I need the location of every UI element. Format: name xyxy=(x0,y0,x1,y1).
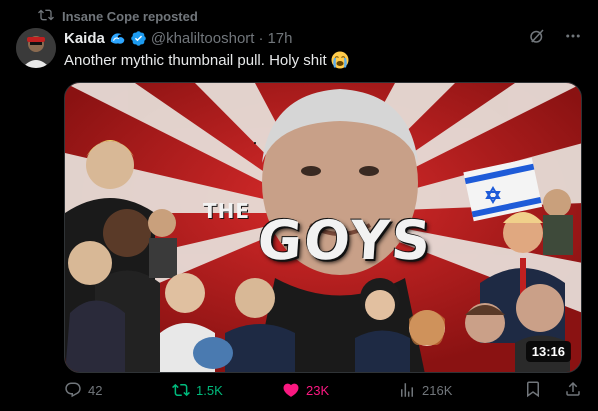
post-text: Another mythic thumbnail pull. Holy shit xyxy=(64,51,349,69)
repost-indicator[interactable]: Insane Cope reposted xyxy=(38,6,198,26)
like-count: 23K xyxy=(306,382,330,398)
views-button[interactable]: 216K xyxy=(398,381,508,399)
grok-icon[interactable] xyxy=(528,27,546,49)
crying-face-icon xyxy=(331,51,349,69)
video-title: GOYS xyxy=(255,209,435,272)
video-thumbnail[interactable]: THE GOYS 13:16 xyxy=(64,82,582,373)
share-icon[interactable] xyxy=(564,380,582,401)
post-header: Kaida @khaliltooshort · 17h xyxy=(64,28,582,48)
views-count: 216K xyxy=(422,382,453,398)
separator-dot: · xyxy=(258,29,264,47)
reply-icon xyxy=(65,382,81,398)
views-icon xyxy=(401,383,413,397)
repost-icon xyxy=(38,7,54,26)
action-bar: 42 1.5K 23K 216K xyxy=(64,380,582,400)
heart-icon xyxy=(283,383,299,397)
wave-icon xyxy=(110,33,125,44)
verified-icon xyxy=(131,30,146,46)
repost-label: Insane Cope reposted xyxy=(62,8,198,24)
post-body: Another mythic thumbnail pull. Holy shit xyxy=(64,51,327,69)
repost-action-icon xyxy=(172,383,190,397)
bookmark-icon[interactable] xyxy=(524,380,542,401)
post-card[interactable]: Insane Cope reposted Kaida @khaliltoosho… xyxy=(0,0,598,411)
repost-count: 1.5K xyxy=(196,382,223,398)
more-options-icon[interactable] xyxy=(564,27,582,49)
video-duration: 13:16 xyxy=(525,341,571,362)
avatar[interactable] xyxy=(16,28,56,68)
post-time[interactable]: 17h xyxy=(267,30,292,47)
like-button[interactable]: 23K xyxy=(282,381,398,399)
reply-count: 42 xyxy=(88,382,103,398)
reply-button[interactable]: 42 xyxy=(64,381,172,399)
repost-button[interactable]: 1.5K xyxy=(172,381,282,399)
display-name[interactable]: Kaida xyxy=(64,30,105,47)
user-handle[interactable]: @khaliltooshort xyxy=(151,30,255,47)
